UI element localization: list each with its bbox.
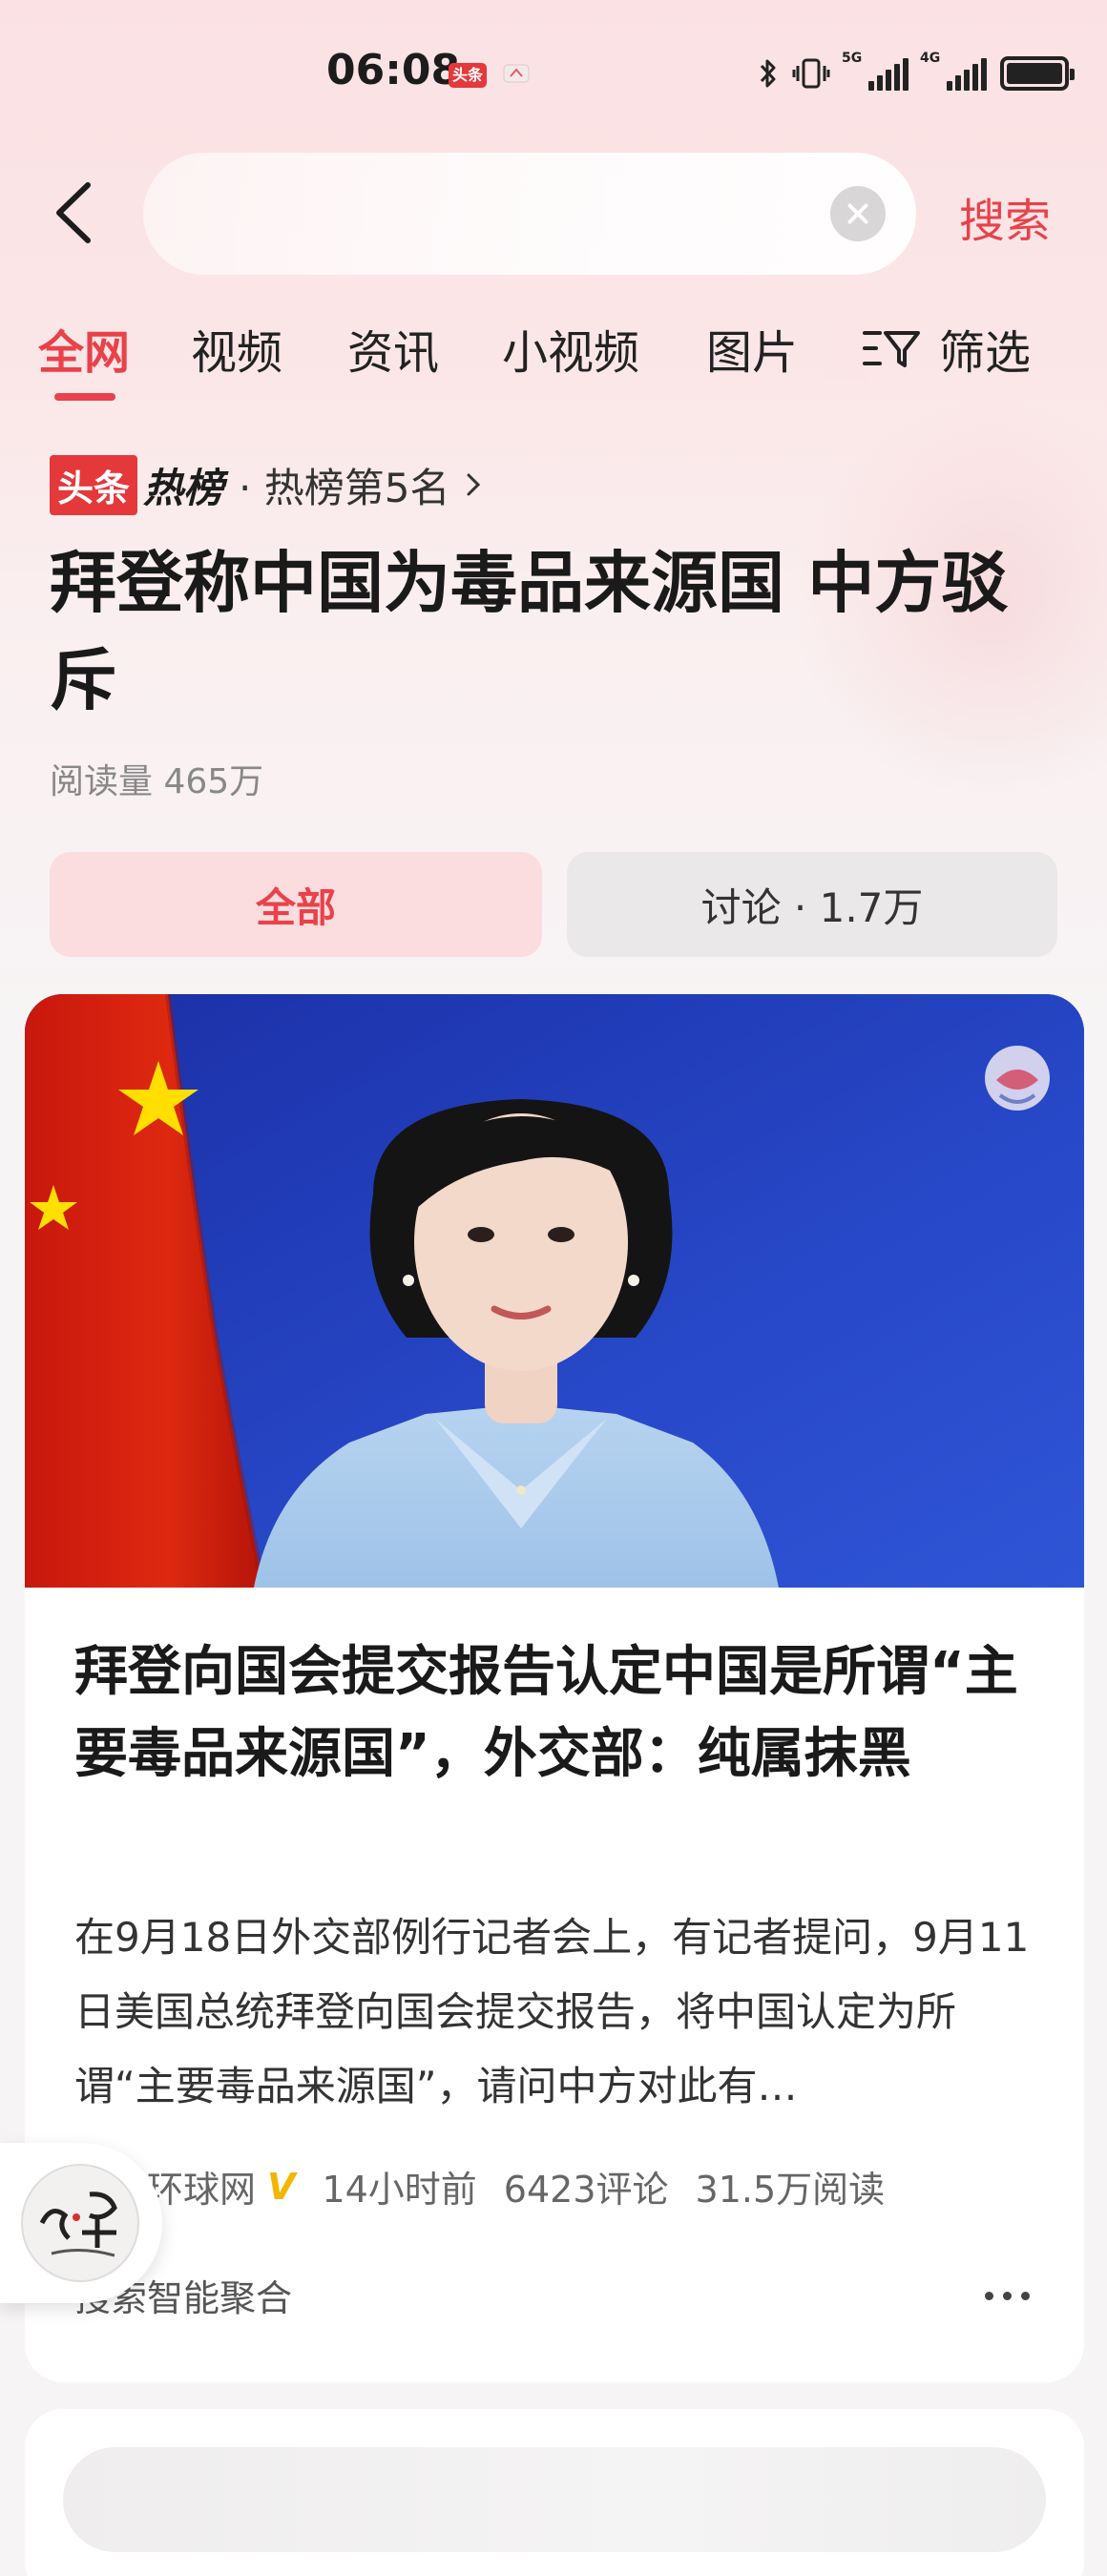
article-title[interactable]: 拜登向国会提交报告认定中国是所谓“主要毒品来源国”，外交部：纯属抹黑 bbox=[74, 1631, 1038, 1796]
network-4g-label: 4G bbox=[920, 51, 941, 66]
article-source[interactable]: 环球网 bbox=[147, 2160, 256, 2212]
tab-news[interactable]: 资讯 bbox=[347, 315, 439, 382]
segment-discussion[interactable]: 讨论 · 1.7万 bbox=[567, 852, 1057, 957]
bluetooth-icon bbox=[760, 59, 776, 88]
battery-icon bbox=[1000, 56, 1075, 91]
hot-list-link[interactable]: 头条 热榜 · 热榜第5名 bbox=[50, 454, 486, 515]
signal-4g-icon: 4G bbox=[920, 51, 987, 91]
toutiao-hot-logo: 头条 热榜 bbox=[50, 454, 224, 515]
next-card-placeholder bbox=[63, 2447, 1046, 2552]
signal-5g-icon: 5G bbox=[842, 51, 909, 91]
tab-video[interactable]: 视频 bbox=[191, 315, 282, 382]
press-conference-photo bbox=[25, 994, 1084, 1588]
status-indicators: 5G 4G bbox=[758, 51, 1075, 95]
vibrate-icon bbox=[792, 58, 830, 89]
app-notification-icon: 头条 bbox=[449, 63, 487, 88]
hot-logo-right: 热榜 bbox=[143, 464, 224, 511]
article-summary: 在9月18日外交部例行记者会上，有记者提问，9月11日美国总统拜登向国会提交报告… bbox=[74, 1914, 1030, 2109]
active-tab-indicator bbox=[54, 393, 115, 401]
topic-read-count: 阅读量 465万 bbox=[50, 762, 264, 801]
hot-logo-left: 头条 bbox=[50, 454, 138, 515]
filter-label: 筛选 bbox=[939, 326, 1032, 380]
status-bar: 06:08 头条 5G 4G bbox=[0, 0, 1107, 143]
segment-all[interactable]: 全部 bbox=[50, 852, 542, 957]
tab-images[interactable]: 图片 bbox=[706, 315, 798, 382]
article-meta: 环球网 V 14小时前 6423评论 31.5万阅读 bbox=[147, 2160, 885, 2212]
floating-avatar-button[interactable] bbox=[0, 2143, 162, 2303]
topic-headline: 拜登称中国为毒品来源国 中方驳斥 bbox=[50, 544, 1009, 719]
chevron-right-icon bbox=[467, 473, 481, 496]
vendor-notification-icon bbox=[503, 64, 530, 83]
back-chevron-icon[interactable] bbox=[48, 179, 105, 246]
article-card[interactable]: 拜登向国会提交报告认定中国是所谓“主要毒品来源国”，外交部：纯属抹黑 在9月18… bbox=[25, 994, 1084, 2382]
more-icon[interactable] bbox=[985, 2292, 1030, 2300]
battery-level bbox=[1007, 63, 1062, 84]
hot-rank: · 热榜第5名 bbox=[239, 464, 450, 511]
search-category-tabs: 全网 视频 资讯 小视频 图片 筛选 bbox=[0, 305, 1107, 410]
clear-icon[interactable] bbox=[830, 186, 886, 241]
network-5g-label: 5G bbox=[842, 51, 863, 66]
search-input[interactable] bbox=[143, 153, 916, 275]
tab-all-web[interactable]: 全网 bbox=[38, 315, 130, 382]
article-reads: 31.5万阅读 bbox=[695, 2169, 886, 2211]
article-hero-image bbox=[25, 994, 1084, 1588]
article-time: 14小时前 bbox=[322, 2169, 477, 2211]
article-comments: 6423评论 bbox=[503, 2169, 669, 2211]
avatar bbox=[21, 2164, 139, 2282]
search-button[interactable]: 搜索 bbox=[959, 183, 1051, 250]
verified-badge-icon: V bbox=[267, 2165, 296, 2208]
filter-button[interactable]: 筛选 bbox=[861, 315, 1031, 382]
ministry-logo bbox=[985, 1046, 1050, 1111]
filter-icon bbox=[863, 331, 920, 367]
status-time: 06:08 bbox=[326, 46, 461, 94]
tab-short-video[interactable]: 小视频 bbox=[502, 315, 639, 382]
